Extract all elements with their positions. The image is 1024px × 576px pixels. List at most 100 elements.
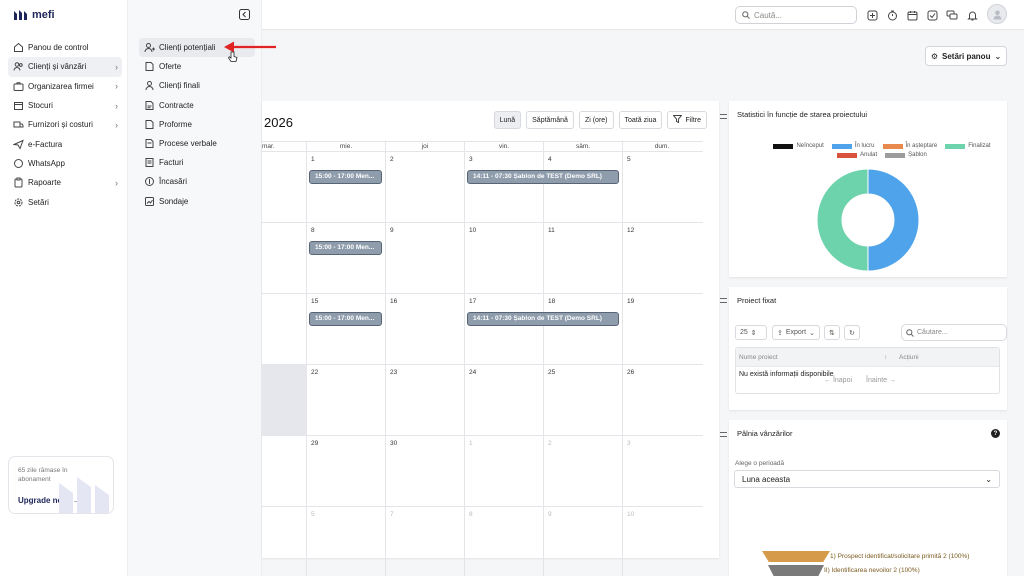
calendar-day[interactable]: 7	[385, 507, 464, 576]
help-icon[interactable]: ?	[991, 429, 1000, 438]
export-button[interactable]: ⇪ Export ⌄	[772, 325, 820, 340]
calendar-day[interactable]: 5	[622, 152, 701, 222]
calendar-day[interactable]	[262, 365, 306, 435]
calendar-day[interactable]: 23	[385, 365, 464, 435]
calendar-icon[interactable]	[905, 6, 919, 24]
calendar-day[interactable]	[262, 223, 306, 293]
sidebar-item-1[interactable]: Clienți și vânzări ›	[8, 57, 122, 77]
timer-icon[interactable]	[885, 6, 899, 24]
calendar-day[interactable]: 9	[543, 507, 622, 576]
calendar-day[interactable]: 25	[543, 365, 622, 435]
sidebar-item-3[interactable]: Stocuri ›	[8, 96, 122, 115]
submenu-item-2[interactable]: Clienți finali	[139, 76, 255, 95]
sort-button[interactable]: ⇅	[824, 325, 840, 340]
calendar-day[interactable]	[262, 294, 306, 364]
prev-page-button[interactable]: ← Înapoi	[824, 377, 852, 384]
calendar-event[interactable]: 15:00 - 17:00 Men...	[309, 170, 382, 184]
calendar-day[interactable]	[262, 152, 306, 222]
refresh-button[interactable]: ↻	[844, 325, 860, 340]
calendar-day[interactable]: 9	[385, 223, 464, 293]
submenu-item-6[interactable]: Facturi	[139, 153, 255, 172]
collapse-sidebar-button[interactable]	[239, 9, 250, 20]
calendar-event[interactable]: 15:00 - 17:00 Men...	[309, 312, 382, 326]
calendar-day[interactable]: 10	[622, 507, 701, 576]
calendar-day[interactable]: 26	[622, 365, 701, 435]
submenu-item-3[interactable]: Contracte	[139, 96, 255, 115]
app-logo[interactable]: mefi	[13, 9, 55, 21]
submenu-item-8[interactable]: Sondaje	[139, 192, 255, 211]
search-input[interactable]	[754, 10, 854, 20]
view-button-4[interactable]: Filtre	[667, 111, 707, 129]
calendar-day[interactable]: 30	[385, 436, 464, 506]
calendar-day[interactable]: 4	[543, 152, 622, 222]
submenu-item-7[interactable]: Încasări	[139, 172, 255, 191]
drag-handle-icon[interactable]	[720, 298, 727, 303]
legend-item[interactable]: Șablon	[885, 152, 927, 158]
calendar-day[interactable]: 1	[464, 436, 543, 506]
donut-slice-3[interactable]	[816, 168, 869, 272]
legend-item[interactable]: În așteptare	[882, 143, 937, 149]
calendar-event[interactable]: 14:11 - 07:30 Șablon de TEST (Demo SRL)	[467, 170, 619, 184]
drag-handle-icon[interactable]	[720, 432, 727, 437]
legend-item[interactable]: În lucru	[831, 143, 875, 149]
sidebar-item-8[interactable]: Setări	[8, 192, 122, 211]
calendar-day[interactable]: 10	[464, 223, 543, 293]
legend-item[interactable]: Finalizat	[945, 143, 991, 149]
table-search-input[interactable]: Căutare...	[917, 329, 948, 336]
task-check-icon[interactable]	[925, 6, 939, 24]
legend-item[interactable]: Neînceput	[773, 143, 824, 149]
funnel-stage-0[interactable]	[762, 551, 830, 562]
calendar-day[interactable]: 24	[464, 365, 543, 435]
add-icon[interactable]	[865, 6, 879, 24]
calendar-event[interactable]: 15:00 - 17:00 Men...	[309, 241, 382, 255]
calendar-day[interactable]: 3	[464, 152, 543, 222]
calendar-event[interactable]: 14:11 - 07:30 Șablon de TEST (Demo SRL)	[467, 312, 619, 326]
sidebar-item-6[interactable]: WhatsApp	[8, 154, 122, 173]
sidebar-item-5[interactable]: e-Factura	[8, 134, 122, 153]
sidebar-item-7[interactable]: Rapoarte ›	[8, 173, 122, 192]
calendar-day[interactable]: 17	[464, 294, 543, 364]
calendar-day[interactable]: 2	[385, 152, 464, 222]
panel-settings-button[interactable]: ⚙ Setări panou ⌄	[925, 46, 1007, 66]
column-project-name[interactable]: Nume proiect	[739, 354, 778, 361]
sidebar-item-0[interactable]: Panou de control	[8, 38, 122, 57]
calendar-day[interactable]: 12	[622, 223, 701, 293]
view-button-1[interactable]: Săptămână	[526, 111, 574, 129]
calendar-day[interactable]: 1	[306, 152, 385, 222]
calendar-day[interactable]	[262, 507, 306, 576]
calendar-day[interactable]: 18	[543, 294, 622, 364]
sidebar-item-4[interactable]: Furnizori și costuri ›	[8, 115, 122, 134]
view-button-2[interactable]: Zi (ore)	[578, 111, 614, 129]
calendar-day[interactable]	[262, 436, 306, 506]
view-button-0[interactable]: Lună	[493, 111, 522, 129]
funnel-stage-1[interactable]	[768, 565, 824, 576]
donut-slice-1[interactable]	[867, 168, 920, 272]
calendar-day[interactable]: 16	[385, 294, 464, 364]
calendar-day[interactable]: 2	[543, 436, 622, 506]
calendar-day[interactable]: 15	[306, 294, 385, 364]
calendar-day[interactable]: 5	[306, 507, 385, 576]
sidebar-item-2[interactable]: Organizarea firmei ›	[8, 77, 122, 96]
notifications-bell-icon[interactable]	[965, 6, 979, 24]
view-button-3[interactable]: Toată ziua	[618, 111, 663, 129]
submenu-item-5[interactable]: Procese verbale	[139, 134, 255, 153]
legend-item[interactable]: Anulat	[837, 152, 877, 158]
period-select[interactable]: Luna aceasta ⌄	[734, 470, 1000, 488]
next-page-button[interactable]: Înainte →	[866, 377, 896, 384]
calendar-day[interactable]: 3	[622, 436, 701, 506]
chat-icon[interactable]	[945, 6, 959, 24]
upload-icon: ⇪	[777, 329, 783, 337]
table-search[interactable]: Căutare...	[901, 324, 1007, 341]
calendar-day[interactable]: 8	[306, 223, 385, 293]
submenu-item-4[interactable]: Proforme	[139, 115, 255, 134]
calendar-day[interactable]: 29	[306, 436, 385, 506]
user-avatar[interactable]	[987, 4, 1007, 24]
drag-handle-icon[interactable]	[720, 114, 727, 119]
submenu-item-label: Clienți finali	[159, 81, 200, 91]
page-size-select[interactable]: 25 ⇕	[735, 325, 767, 340]
calendar-day[interactable]: 8	[464, 507, 543, 576]
calendar-day[interactable]: 22	[306, 365, 385, 435]
global-search[interactable]	[735, 6, 857, 24]
calendar-day[interactable]: 11	[543, 223, 622, 293]
calendar-day[interactable]: 19	[622, 294, 701, 364]
